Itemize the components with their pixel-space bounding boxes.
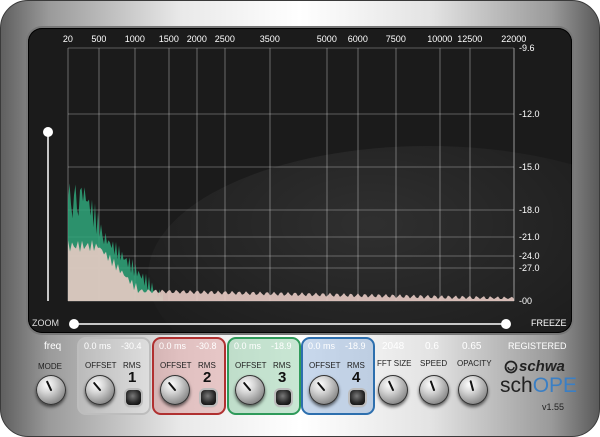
channel-1-offset-value: 0.0 ms xyxy=(84,341,112,351)
db-label: -00 xyxy=(519,296,533,306)
spectrum-plot[interactable] xyxy=(28,28,572,333)
channel-2-rms-value: -30.8 xyxy=(196,341,217,351)
freq-label: 10000 xyxy=(427,34,453,44)
channel-1-rms-value: -30.4 xyxy=(121,341,142,351)
freq-label: 6000 xyxy=(347,34,368,44)
db-label: -24.0 xyxy=(519,251,540,261)
db-label: -27.0 xyxy=(519,263,540,273)
product-name: schOPE xyxy=(500,374,577,398)
brand-name: schwa xyxy=(519,358,565,375)
grid xyxy=(67,47,515,302)
registered-label: REGISTERED xyxy=(508,341,567,351)
schwa-logo-icon xyxy=(504,360,518,374)
channel-3-group: 0.0 ms -18.9 OFFSET RMS 3 xyxy=(227,337,301,415)
channel-4-number: 4 xyxy=(352,369,361,386)
mode-knob[interactable] xyxy=(36,375,66,405)
speed-knob[interactable] xyxy=(419,375,449,405)
channel-2-number: 2 xyxy=(203,369,212,386)
zoom-label: ZOOM xyxy=(32,318,59,328)
freq-label: 2500 xyxy=(214,34,235,44)
fft-size-value: 2048 xyxy=(382,341,405,352)
channel-1-enable-button[interactable] xyxy=(126,390,141,405)
product-name-suffix: OPE xyxy=(532,374,578,397)
freq-label: 1500 xyxy=(158,34,179,44)
channel-1-number: 1 xyxy=(128,369,137,386)
channel-2-offset-knob[interactable] xyxy=(160,375,190,405)
freq-label: 20 xyxy=(62,34,73,44)
version-label: v1.55 xyxy=(542,402,565,412)
freq-label: 1000 xyxy=(124,34,145,44)
opacity-knob[interactable] xyxy=(458,375,488,405)
channel-4-offset-knob[interactable] xyxy=(309,375,339,405)
speed-label: SPEED xyxy=(420,359,448,368)
channel-4-group: 0.0 ms -18.9 OFFSET RMS 4 xyxy=(301,337,375,415)
channel-4-offset-value: 0.0 ms xyxy=(308,341,336,351)
channel-2-offset-label: OFFSET xyxy=(160,361,192,370)
mode-label: MODE xyxy=(38,362,62,371)
mode-value: freq xyxy=(44,341,62,352)
db-label: -12.0 xyxy=(519,109,540,119)
channel-4-rms-value: -18.9 xyxy=(345,341,366,351)
freq-label: 12500 xyxy=(457,34,483,44)
channel-2-offset-value: 0.0 ms xyxy=(159,341,187,351)
channel-1-offset-knob[interactable] xyxy=(85,375,115,405)
channel-2-enable-button[interactable] xyxy=(201,390,216,405)
horizontal-zoom-handle-right[interactable] xyxy=(501,319,511,329)
channel-4-offset-label: OFFSET xyxy=(309,361,341,370)
freq-label: 7500 xyxy=(385,34,406,44)
opacity-value: 0.65 xyxy=(462,341,482,352)
db-label: -9.6 xyxy=(519,43,535,53)
scope-screen: 20 500 1000 1500 2000 2500 3500 5000 6000 7500 100… xyxy=(28,28,572,333)
opacity-label: OPACITY xyxy=(457,359,492,368)
freq-label: 3500 xyxy=(259,34,280,44)
channel-3-offset-knob[interactable] xyxy=(235,375,265,405)
channel-2-group: 0.0 ms -30.8 OFFSET RMS 2 xyxy=(152,337,226,415)
channel-3-offset-label: OFFSET xyxy=(235,361,267,370)
horizontal-zoom-handle-left[interactable] xyxy=(69,319,79,329)
speed-value: 0.6 xyxy=(425,341,439,352)
freq-label: 2000 xyxy=(186,34,207,44)
channel-3-enable-button[interactable] xyxy=(276,390,291,405)
channel-3-number: 3 xyxy=(278,369,287,386)
freq-label: 500 xyxy=(91,34,107,44)
channel-1-offset-label: OFFSET xyxy=(85,361,117,370)
freeze-button[interactable]: FREEZE xyxy=(531,318,567,328)
vertical-zoom-handle[interactable] xyxy=(43,127,53,137)
fft-size-knob[interactable] xyxy=(378,375,408,405)
db-label: -21.0 xyxy=(519,232,540,242)
db-label: -18.0 xyxy=(519,205,540,215)
channel-3-rms-value: -18.9 xyxy=(271,341,292,351)
fft-size-label: FFT SIZE xyxy=(377,359,412,368)
channel-4-enable-button[interactable] xyxy=(350,390,365,405)
db-label: -15.0 xyxy=(519,162,540,172)
channel-3-offset-value: 0.0 ms xyxy=(234,341,262,351)
freq-label: 5000 xyxy=(316,34,337,44)
product-name-prefix: sch xyxy=(500,374,533,397)
channel-1-group: 0.0 ms -30.4 OFFSET RMS 1 xyxy=(77,337,151,415)
